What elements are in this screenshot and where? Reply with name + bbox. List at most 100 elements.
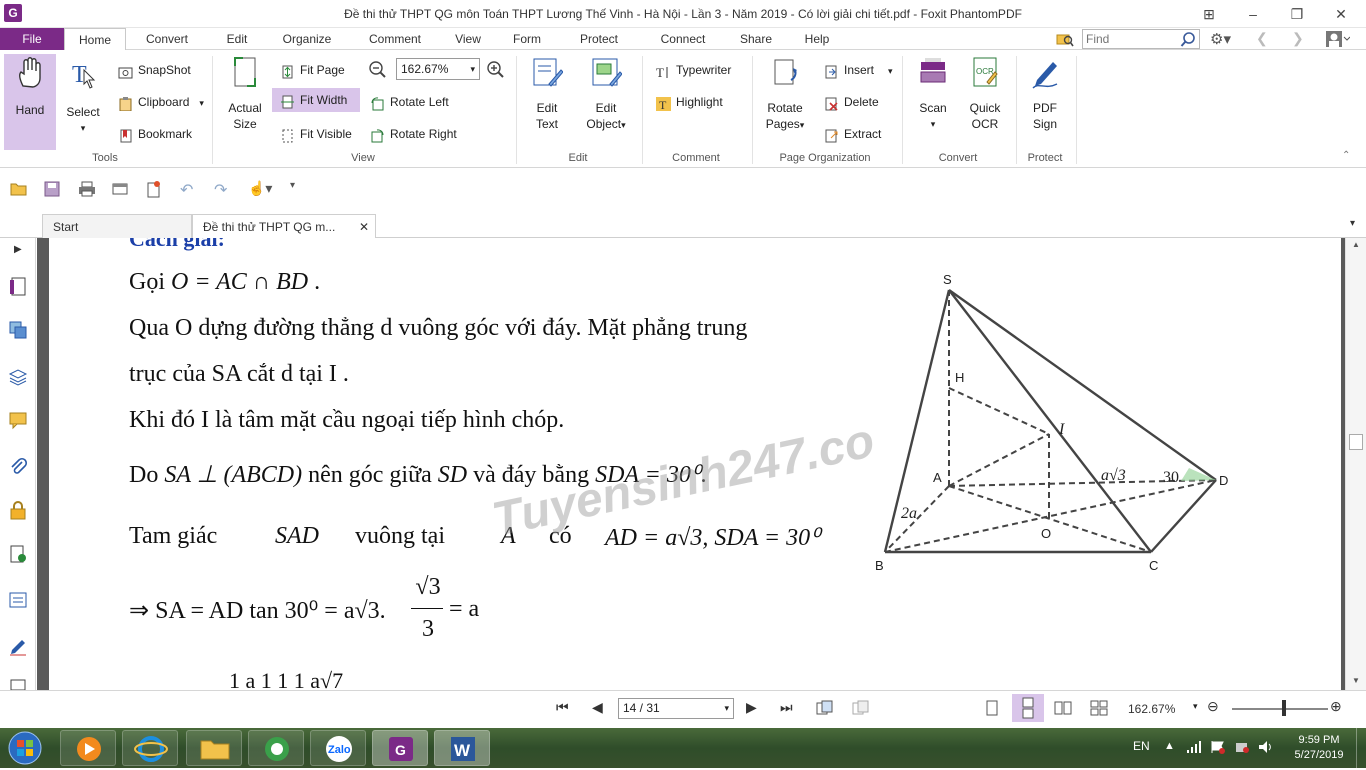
file-menu[interactable]: File bbox=[0, 28, 64, 50]
clipboard-button[interactable]: Clipboard ▾ bbox=[116, 90, 204, 114]
taskbar-media-player[interactable] bbox=[60, 730, 116, 766]
facing-view-icon[interactable] bbox=[1054, 700, 1072, 719]
system-clock[interactable]: 9:59 PM 5/27/2019 bbox=[1288, 733, 1350, 763]
continuous-view-button[interactable] bbox=[1012, 694, 1044, 722]
expand-panel-icon[interactable]: ▶ bbox=[14, 244, 22, 255]
search-icon[interactable] bbox=[1180, 31, 1196, 50]
zoom-slider-thumb[interactable] bbox=[1282, 700, 1286, 716]
window-icon[interactable] bbox=[112, 181, 128, 200]
restore-button[interactable]: ❐ bbox=[1282, 4, 1312, 24]
close-window-button[interactable]: ✕ bbox=[1326, 4, 1356, 24]
print-icon[interactable] bbox=[78, 181, 96, 200]
fit-visible-button[interactable]: Fit Visible bbox=[278, 122, 352, 146]
actual-size-button[interactable]: Actual Size bbox=[222, 54, 268, 150]
save-icon[interactable] bbox=[44, 181, 60, 200]
zoom-out-icon[interactable] bbox=[368, 60, 386, 81]
language-indicator[interactable]: EN bbox=[1133, 739, 1150, 753]
new-document-icon[interactable] bbox=[146, 180, 162, 201]
tab-convert[interactable]: Convert bbox=[138, 28, 196, 50]
rotate-pages-button[interactable]: Rotate Pages▾ bbox=[760, 54, 810, 150]
edit-text-button[interactable]: Edit Text bbox=[524, 54, 570, 150]
fit-width-button[interactable]: Fit Width bbox=[272, 88, 360, 112]
customize-toolbar-icon[interactable]: ▾ bbox=[290, 180, 295, 191]
quick-ocr-button[interactable]: OCR Quick OCR bbox=[962, 54, 1008, 150]
scan-button[interactable]: Scan ▾ bbox=[910, 54, 956, 150]
taskbar-foxit-pdf[interactable]: G bbox=[372, 730, 428, 766]
previous-page-icon[interactable]: ◀ bbox=[592, 699, 603, 716]
edit-object-button[interactable]: Edit Object▾ bbox=[580, 54, 632, 150]
redo-icon[interactable]: ↷ bbox=[214, 180, 227, 200]
select-tool-button[interactable]: T Select ▾ bbox=[60, 54, 106, 150]
tab-home[interactable]: Home bbox=[64, 28, 126, 51]
search-folder-icon[interactable] bbox=[1056, 30, 1074, 48]
zoom-level[interactable]: 162.67% bbox=[1128, 702, 1175, 716]
tab-connect[interactable]: Connect bbox=[654, 28, 712, 50]
pdf-sign-button[interactable]: PDF Sign bbox=[1022, 54, 1068, 150]
layout-grid-icon[interactable]: ⊞ bbox=[1194, 4, 1224, 24]
minimize-button[interactable]: – bbox=[1238, 4, 1268, 24]
lock-icon[interactable] bbox=[8, 500, 28, 520]
rotate-right-button[interactable]: Rotate Right bbox=[368, 122, 457, 146]
open-folder-icon[interactable] bbox=[10, 181, 28, 200]
next-page-icon[interactable]: ▶ bbox=[746, 699, 757, 716]
bookmark-button[interactable]: Bookmark bbox=[116, 122, 192, 146]
undo-icon[interactable]: ↶ bbox=[180, 180, 193, 200]
vertical-scrollbar[interactable]: ▲ ▼ bbox=[1345, 238, 1366, 690]
collapse-ribbon-icon[interactable]: ⌃ bbox=[1342, 150, 1350, 161]
start-button[interactable] bbox=[4, 730, 46, 766]
first-page-icon[interactable]: ⏮ bbox=[556, 699, 569, 716]
flag-alert-icon[interactable] bbox=[1210, 740, 1226, 757]
form-fields-icon[interactable] bbox=[8, 590, 28, 610]
tab-edit[interactable]: Edit bbox=[216, 28, 258, 50]
settings-gear-icon[interactable]: ⚙▾ bbox=[1210, 30, 1240, 48]
show-desktop-button[interactable] bbox=[1356, 728, 1366, 768]
user-account-icon[interactable] bbox=[1324, 29, 1351, 49]
pdf-page[interactable]: Cách giải: Gọi O = AC ∩ BD . Qua O dựng … bbox=[49, 238, 1341, 690]
extract-page-button[interactable]: Extract bbox=[822, 122, 881, 146]
comments-icon[interactable] bbox=[8, 410, 28, 430]
tray-show-hidden-icon[interactable]: ▲ bbox=[1164, 740, 1175, 752]
layers-icon[interactable] bbox=[8, 320, 28, 340]
taskbar-coccoc-browser[interactable] bbox=[248, 730, 304, 766]
page-number-field[interactable]: 14 / 31 ▾ bbox=[618, 698, 734, 719]
taskbar-file-explorer[interactable] bbox=[186, 730, 242, 766]
rotate-left-button[interactable]: Rotate Left bbox=[368, 90, 449, 114]
chevron-down-icon[interactable]: ▾ bbox=[1193, 701, 1198, 712]
tab-list-chevron-icon[interactable]: ▾ bbox=[1350, 218, 1355, 229]
typewriter-button[interactable]: T Typewriter bbox=[654, 58, 731, 82]
close-tab-icon[interactable]: ✕ bbox=[359, 215, 369, 239]
next-view-icon[interactable] bbox=[852, 700, 870, 719]
taskbar-internet-explorer[interactable] bbox=[122, 730, 178, 766]
stack-layers-icon[interactable] bbox=[8, 366, 28, 386]
zoom-slider-track[interactable] bbox=[1232, 708, 1328, 710]
continuous-facing-view-icon[interactable] bbox=[1090, 700, 1108, 719]
scroll-up-icon[interactable]: ▲ bbox=[1352, 240, 1360, 249]
find-field[interactable] bbox=[1082, 29, 1200, 49]
signature-icon[interactable] bbox=[8, 636, 28, 656]
zoom-out-circle-icon[interactable]: ⊖ bbox=[1207, 698, 1219, 715]
hand-dropdown-icon[interactable]: ☝▾ bbox=[248, 180, 272, 197]
tab-form[interactable]: Form bbox=[506, 28, 548, 50]
snapshot-button[interactable]: SnapShot bbox=[116, 58, 191, 82]
fit-page-button[interactable]: Fit Page bbox=[278, 58, 345, 82]
taskbar-word[interactable]: W bbox=[434, 730, 490, 766]
scroll-down-icon[interactable]: ▼ bbox=[1352, 676, 1360, 685]
insert-page-button[interactable]: Insert ▾ bbox=[822, 58, 893, 82]
taskbar-zalo[interactable]: Zalo bbox=[310, 730, 366, 766]
tab-organize[interactable]: Organize bbox=[276, 28, 338, 50]
zoom-in-circle-icon[interactable]: ⊕ bbox=[1330, 698, 1342, 715]
zoom-select[interactable]: 162.67% ▾ bbox=[396, 58, 480, 80]
hand-tool-button[interactable]: Hand bbox=[4, 54, 56, 150]
pages-icon[interactable] bbox=[8, 276, 28, 296]
back-arrow-icon[interactable]: ❮ bbox=[1256, 30, 1268, 47]
tab-view[interactable]: View bbox=[448, 28, 488, 50]
tab-share[interactable]: Share bbox=[734, 28, 778, 50]
highlight-button[interactable]: T Highlight bbox=[654, 90, 723, 114]
forward-arrow-icon[interactable]: ❯ bbox=[1292, 30, 1304, 47]
attachment-icon[interactable] bbox=[8, 456, 28, 476]
tab-start[interactable]: Start bbox=[42, 214, 192, 238]
last-page-icon[interactable]: ⏭ bbox=[780, 699, 793, 716]
network-signal-icon[interactable] bbox=[1186, 740, 1202, 757]
power-icon[interactable] bbox=[1234, 740, 1250, 757]
tab-protect[interactable]: Protect bbox=[572, 28, 626, 50]
